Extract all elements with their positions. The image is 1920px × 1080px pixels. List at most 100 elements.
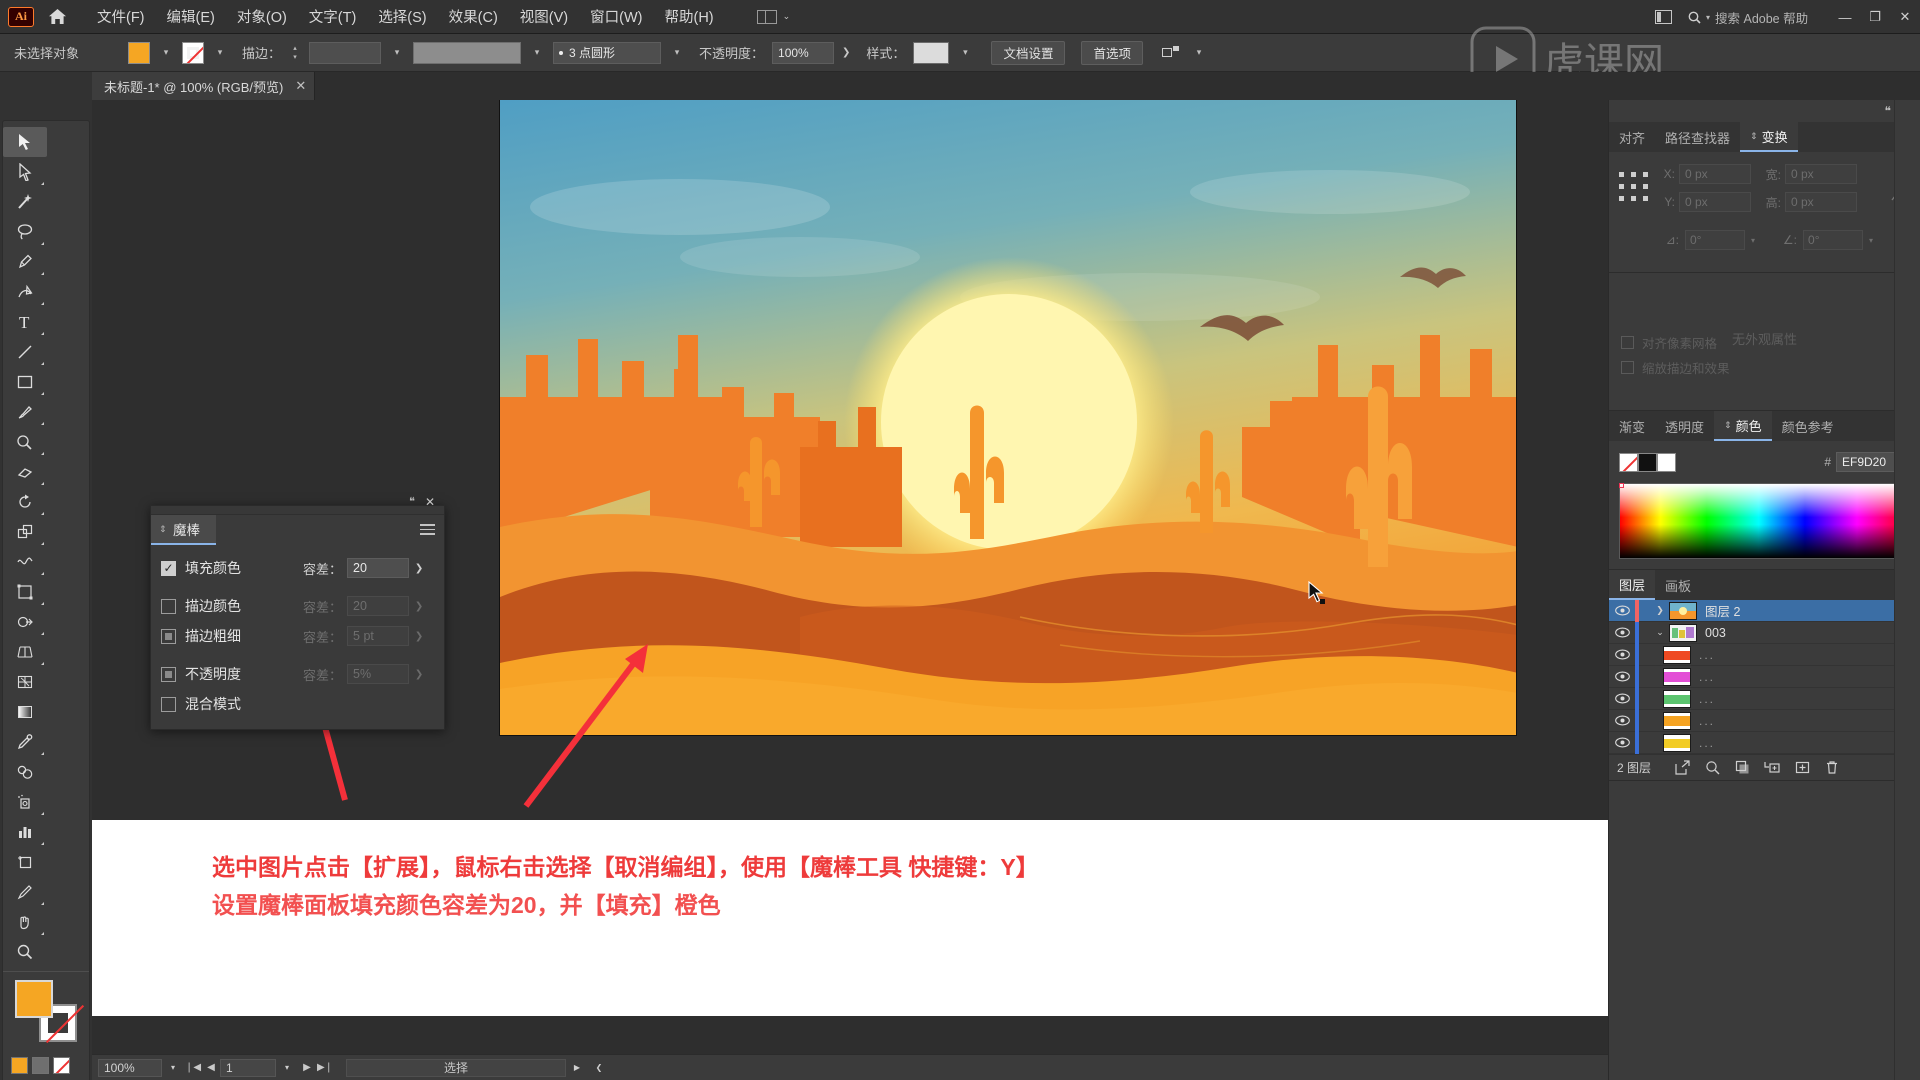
menu-view[interactable]: 视图(V) (509, 2, 579, 31)
table-row[interactable]: ... (1609, 687, 1920, 710)
layer-name[interactable]: ... (1699, 670, 1715, 684)
magic-wand-row-blend-mode[interactable]: 混合模式 (161, 689, 434, 719)
status-collapse-icon[interactable]: ❮ (588, 1063, 610, 1072)
layer-name[interactable]: ... (1699, 736, 1715, 750)
stroke-color-checkbox[interactable] (161, 598, 176, 614)
menu-select[interactable]: 选择(S) (367, 2, 437, 31)
collapse-layer-icon[interactable]: ⌄ (1651, 627, 1669, 638)
reference-point-icon[interactable] (1619, 172, 1649, 202)
menu-object[interactable]: 对象(O) (226, 2, 298, 31)
panel-close-icon[interactable]: ✕ (425, 495, 435, 509)
next-artboard-icon[interactable]: ▶ (298, 1062, 316, 1073)
column-graph-tool[interactable] (3, 817, 47, 847)
free-transform-tool[interactable] (3, 577, 47, 607)
panel-drag-handle[interactable] (151, 506, 444, 515)
workspace-switcher[interactable]: ⌄ (751, 7, 797, 27)
eraser-tool[interactable] (3, 457, 47, 487)
rectangle-tool[interactable] (3, 367, 47, 397)
magic-wand-tool[interactable] (3, 187, 47, 217)
gradient-tool[interactable] (3, 697, 47, 727)
scale-strokes-checkbox[interactable] (1621, 336, 1634, 349)
home-icon[interactable] (44, 8, 70, 25)
align-to-icon[interactable] (1159, 42, 1183, 64)
tab-align[interactable]: 对齐 (1609, 122, 1656, 152)
artboard-chevron-icon[interactable]: ▾ (276, 1063, 298, 1072)
selection-tool[interactable] (3, 127, 47, 157)
blend-tool[interactable] (3, 757, 47, 787)
magic-wand-panel[interactable]: ⇕ 魔棒 ❝ ✕ 填充颜色 容差： 20 ❯ 描边颜色 (150, 495, 445, 730)
artboard-tool[interactable] (3, 847, 47, 877)
menu-type[interactable]: 文字(T) (298, 2, 368, 31)
zoom-level-input[interactable]: 100% (98, 1058, 162, 1077)
fill-tolerance-input[interactable]: 20 (347, 558, 410, 578)
none-swatch[interactable] (53, 1056, 70, 1074)
visibility-toggle-icon[interactable] (1609, 671, 1635, 682)
align-pixel-grid-checkbox[interactable] (1621, 361, 1634, 374)
stroke-color-swatch[interactable] (182, 41, 204, 64)
magic-wand-row-fill-color[interactable]: 填充颜色 容差： 20 ❯ (161, 553, 434, 583)
slice-tool[interactable] (3, 877, 47, 907)
hand-tool[interactable] (3, 907, 47, 937)
stroke-weight-stepper[interactable]: ▴ ▾ (289, 44, 301, 61)
stroke-weight-input[interactable] (309, 41, 382, 64)
table-row[interactable]: ... (1609, 665, 1920, 688)
tab-transform[interactable]: ⇕ 变换 (1740, 122, 1798, 152)
status-tool-name[interactable]: 选择 (346, 1058, 566, 1077)
default-fill-swatch[interactable] (11, 1056, 28, 1074)
menu-effect[interactable]: 效果(C) (438, 2, 509, 31)
tab-layers[interactable]: 图层 (1609, 570, 1656, 600)
panel-arrangement-icon[interactable] (1650, 6, 1676, 28)
last-artboard-icon[interactable]: ▶❘ (316, 1062, 334, 1073)
tab-transparency[interactable]: 透明度 (1655, 411, 1715, 441)
opacity-checkbox[interactable] (161, 666, 176, 682)
line-segment-tool[interactable] (3, 337, 47, 367)
lasso-tool[interactable] (3, 217, 47, 247)
artboard[interactable] (499, 100, 1517, 736)
scale-strokes-option[interactable]: 对齐像素网格 (1609, 330, 1920, 355)
curvature-tool[interactable] (3, 277, 47, 307)
graphic-style-swatch[interactable] (913, 41, 950, 64)
release-to-layers-icon[interactable] (1667, 760, 1697, 775)
visibility-toggle-icon[interactable] (1609, 649, 1635, 660)
x-input[interactable]: 0 px (1679, 164, 1751, 184)
magic-wand-tab[interactable]: ⇕ 魔棒 (151, 515, 216, 545)
visibility-toggle-icon[interactable] (1609, 715, 1635, 726)
tab-pathfinder[interactable]: 路径查找器 (1655, 122, 1741, 152)
dock-icon-strip[interactable] (1894, 100, 1920, 1080)
visibility-toggle-icon[interactable] (1609, 737, 1635, 748)
shear-input[interactable]: 0° (1803, 230, 1864, 250)
table-row[interactable]: ... (1609, 709, 1920, 732)
close-icon[interactable]: ✕ (295, 78, 306, 94)
menu-window[interactable]: 窗口(W) (579, 2, 653, 31)
width-tool[interactable] (3, 547, 47, 577)
align-pixel-grid-option[interactable]: 缩放描边和效果 (1609, 355, 1920, 380)
height-input[interactable]: 0 px (1785, 192, 1857, 212)
stroke-profile-input[interactable] (413, 41, 522, 64)
table-row[interactable]: ❯ 图层 2 (1609, 599, 1920, 622)
type-tool[interactable]: T (3, 307, 47, 337)
make-clipping-mask-icon[interactable] (1727, 760, 1757, 775)
width-input[interactable]: 0 px (1785, 164, 1857, 184)
document-tab[interactable]: 未标题-1* @ 100% (RGB/预览) ✕ (92, 72, 316, 100)
menu-edit[interactable]: 编辑(E) (156, 2, 226, 31)
visibility-toggle-icon[interactable] (1609, 627, 1635, 638)
visibility-toggle-icon[interactable] (1609, 693, 1635, 704)
tab-color-guide[interactable]: 颜色参考 (1771, 411, 1844, 441)
fill-tolerance-slider-icon[interactable]: ❯ (409, 563, 429, 574)
restore-button[interactable]: ❐ (1860, 0, 1890, 34)
fill-chevron-icon[interactable]: ▾ (158, 42, 174, 64)
none-color-swatch[interactable] (1619, 452, 1638, 472)
mesh-tool[interactable] (3, 667, 47, 697)
locate-object-icon[interactable] (1697, 760, 1727, 775)
stroke-weight-chevron-icon[interactable]: ▾ (389, 42, 405, 64)
zoom-chevron-icon[interactable]: ▾ (162, 1063, 184, 1072)
style-chevron-icon[interactable]: ▾ (957, 42, 973, 64)
y-input[interactable]: 0 px (1679, 192, 1751, 212)
stroke-profile-chevron-icon[interactable]: ▾ (529, 42, 545, 64)
layer-name[interactable]: ... (1699, 648, 1715, 662)
brush-chevron-icon[interactable]: ▾ (669, 42, 685, 64)
blend-mode-checkbox[interactable] (161, 696, 176, 712)
layer-name[interactable]: ... (1699, 692, 1715, 706)
shape-builder-tool[interactable] (3, 607, 47, 637)
gradient-swatch[interactable] (32, 1056, 49, 1074)
